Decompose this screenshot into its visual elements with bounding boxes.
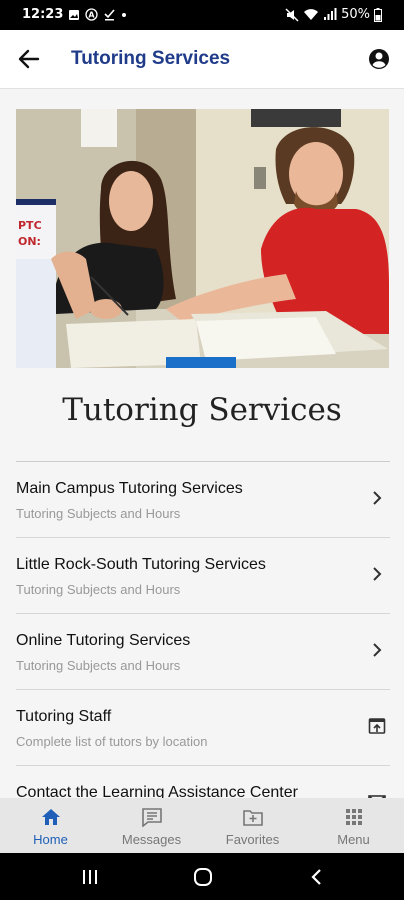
list-item-main-campus[interactable]: Main Campus Tutoring Services Tutoring S… xyxy=(16,462,390,538)
status-bar: 12:23 A 50% xyxy=(0,0,404,30)
list-item-online[interactable]: Online Tutoring Services Tutoring Subjec… xyxy=(16,614,390,690)
nav-label: Home xyxy=(33,832,68,847)
svg-text:PTC: PTC xyxy=(18,219,42,232)
hero-photo: PTC ON: xyxy=(16,109,389,368)
services-list: Main Campus Tutoring Services Tutoring S… xyxy=(16,462,390,798)
list-item-title: Contact the Learning Assistance Center xyxy=(16,784,298,798)
list-item-little-rock-south[interactable]: Little Rock-South Tutoring Services Tuto… xyxy=(16,538,390,614)
svg-text:A: A xyxy=(89,11,96,20)
app-title: Tutoring Services xyxy=(71,48,231,69)
nav-home[interactable]: Home xyxy=(0,798,101,853)
chevron-right-icon xyxy=(373,643,382,657)
back-arrow-icon[interactable] xyxy=(16,46,42,72)
nav-label: Favorites xyxy=(225,832,280,847)
battery-percent: 50% xyxy=(341,7,370,22)
gallery-notification-icon xyxy=(69,9,80,20)
nav-label: Menu xyxy=(337,832,370,847)
nav-messages[interactable]: Messages xyxy=(101,798,202,853)
home-icon xyxy=(41,809,60,825)
list-item-subtitle: Complete list of tutors by location xyxy=(16,734,208,749)
recent-apps-icon[interactable] xyxy=(80,867,100,887)
list-item-title: Little Rock-South Tutoring Services xyxy=(16,556,266,573)
dot-icon xyxy=(122,12,127,17)
account-icon[interactable] xyxy=(367,47,391,71)
svg-text:ON:: ON: xyxy=(18,235,41,248)
signal-icon xyxy=(324,8,337,20)
menu-grid-icon xyxy=(345,809,362,825)
list-item-tutoring-staff[interactable]: Tutoring Staff Complete list of tutors b… xyxy=(16,690,390,766)
system-nav-bar xyxy=(0,853,404,900)
status-time: 12:23 xyxy=(22,7,64,22)
page-heading: Tutoring Services xyxy=(62,392,342,428)
wifi-icon xyxy=(304,9,319,20)
list-item-subtitle: Tutoring Subjects and Hours xyxy=(16,582,181,597)
list-item-contact-lac[interactable]: Contact the Learning Assistance Center xyxy=(16,766,390,798)
list-item-subtitle: Tutoring Subjects and Hours xyxy=(16,506,181,521)
nav-label: Messages xyxy=(121,832,182,847)
download-done-icon xyxy=(104,9,115,21)
chevron-right-icon xyxy=(373,491,382,505)
mute-icon xyxy=(285,7,299,22)
nav-menu[interactable]: Menu xyxy=(303,798,404,853)
favorites-icon xyxy=(242,810,263,826)
system-back-icon[interactable] xyxy=(308,867,326,887)
chevron-right-icon xyxy=(373,567,382,581)
open-external-icon xyxy=(368,718,386,734)
list-item-title: Online Tutoring Services xyxy=(16,632,191,649)
battery-icon xyxy=(374,7,382,22)
bottom-nav: Home Messages Favorites Menu xyxy=(0,798,404,853)
a-circle-icon: A xyxy=(85,8,99,21)
list-item-subtitle: Tutoring Subjects and Hours xyxy=(16,658,181,673)
nav-favorites[interactable]: Favorites xyxy=(202,798,303,853)
messages-icon xyxy=(141,808,162,827)
list-item-title: Main Campus Tutoring Services xyxy=(16,480,243,497)
content-area: PTC ON: Tutoring Services Main Campus Tu… xyxy=(0,89,404,798)
app-bar: Tutoring Services xyxy=(0,30,404,89)
list-item-title: Tutoring Staff xyxy=(16,708,112,725)
home-button-icon[interactable] xyxy=(192,867,214,887)
